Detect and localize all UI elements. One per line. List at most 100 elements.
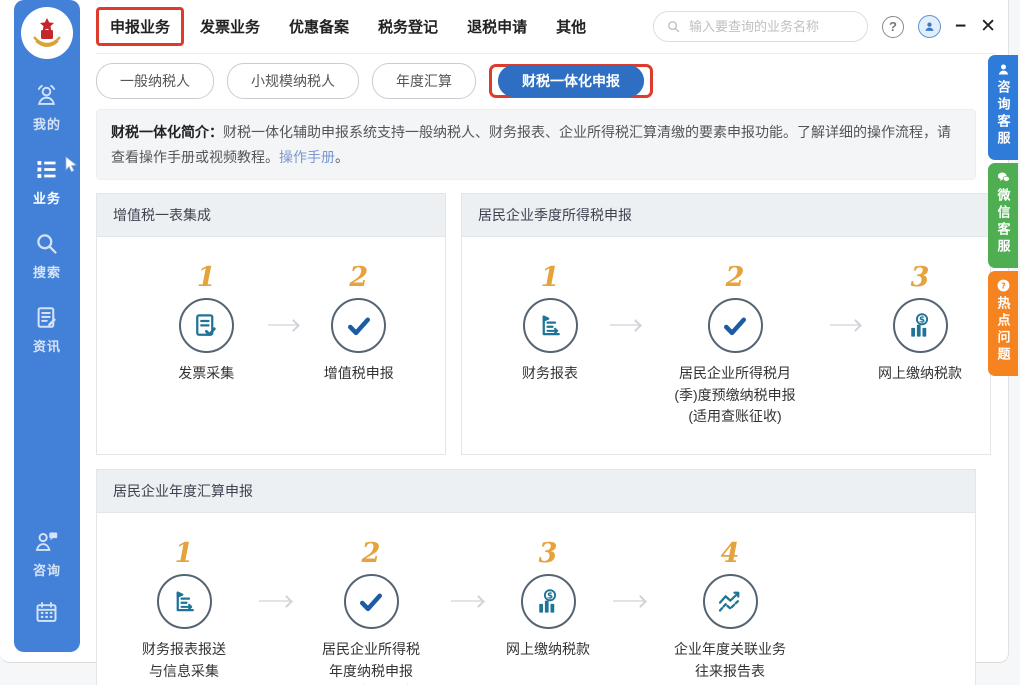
wechat-icon — [996, 170, 1011, 185]
panel-vat-integration: 增值税一表集成 1 发票采集 — [96, 193, 446, 455]
sidebar-item-label: 咨询 — [33, 560, 61, 579]
search-box[interactable] — [653, 11, 868, 42]
floating-side-tabs: 咨询客服 微信客服 ? 热点问题 — [988, 55, 1018, 379]
step-pay-tax-online[interactable]: 3 $ 网上缴纳 — [860, 263, 980, 385]
flow-arrow — [268, 324, 298, 326]
step-label: 居民企业所得税月 (季)度预缴纳税申报 (适用查账征收) — [674, 363, 795, 428]
search-input[interactable] — [689, 19, 855, 34]
flow-arrow — [610, 324, 640, 326]
step-label: 企业年度关联业务 往来报告表 — [674, 639, 786, 682]
step-vat-declaration[interactable]: 2 增值税申报 — [298, 263, 421, 385]
step-pay-tax-online[interactable]: 3 $ 网上缴纳税款 — [483, 539, 613, 661]
step-monthly-quarterly-prepay-declaration[interactable]: 2 居民企业所得税月 (季)度预缴纳税申报 (适用查账征收) — [640, 263, 830, 428]
sidebar-item-news[interactable]: 资讯 — [33, 304, 61, 355]
search-icon — [666, 19, 681, 34]
service-icon — [996, 62, 1011, 77]
step-label: 发票采集 — [178, 363, 234, 385]
red-highlight-box: 申报业务 — [96, 7, 184, 46]
step-label: 网上缴纳税款 — [506, 639, 590, 661]
sidebar-item-consult[interactable]: 咨询 — [33, 528, 61, 579]
nav-item-refund[interactable]: 退税申请 — [467, 16, 527, 37]
app-window: 我的 业务 搜索 资讯 — [0, 0, 1020, 685]
step-number: 1 — [197, 263, 216, 295]
step-financial-statements[interactable]: 1 财务报表 — [490, 263, 610, 385]
svg-text:?: ? — [1001, 280, 1006, 290]
tax-emblem-icon — [24, 10, 70, 56]
side-tab-wechat-service[interactable]: 微信客服 — [988, 163, 1018, 268]
panel-annual-settlement-declaration: 居民企业年度汇算申报 1 财务报表报送 与信息采集 — [96, 469, 976, 685]
help-button[interactable]: ? — [882, 16, 904, 38]
panel-title: 居民企业季度所得税申报 — [462, 194, 990, 237]
search-icon — [33, 230, 60, 257]
intro-box: 财税一体化简介：财税一体化辅助申报系统支持一般纳税人、财务报表、企业所得税汇算清… — [96, 109, 976, 180]
panel-title: 居民企业年度汇算申报 — [97, 470, 975, 513]
report-icon — [157, 574, 212, 629]
trend-chart-icon — [703, 574, 758, 629]
nav-item-declare[interactable]: 申报业务 — [110, 19, 170, 36]
step-label: 居民企业所得税 年度纳税申报 (适用查账征收) — [322, 639, 420, 685]
sidebar-item-business[interactable]: 业务 — [33, 156, 61, 207]
step-number: 1 — [541, 263, 560, 295]
step-label: 财务报表报送 与信息采集 — [142, 639, 226, 682]
step-number: 2 — [349, 263, 368, 295]
user-icon — [33, 82, 60, 109]
header: 申报业务 发票业务 优惠备案 税务登记 退税申请 其他 ? − ✕ — [96, 0, 996, 54]
nav-item-invoice[interactable]: 发票业务 — [200, 16, 260, 37]
tab-general-taxpayer[interactable]: 一般纳税人 — [96, 63, 214, 99]
step-label: 财务报表 — [522, 363, 578, 385]
tab-integrated-declaration[interactable]: 财税一体化申报 — [498, 65, 644, 97]
step-label: 网上缴纳税款 — [878, 363, 962, 385]
tab-annual-settlement[interactable]: 年度汇算 — [372, 63, 476, 99]
step-annual-income-tax-declaration[interactable]: 2 居民企业所得税 年度纳税申报 (适用查账征收) — [291, 539, 451, 685]
intro-body: 财税一体化辅助申报系统支持一般纳税人、财务报表、企业所得税汇算清缴的要素申报功能… — [111, 124, 951, 165]
nav-item-other[interactable]: 其他 — [556, 16, 586, 37]
account-button[interactable] — [918, 15, 941, 38]
red-highlight-box: 财税一体化申报 — [489, 64, 653, 98]
step-number: 3 — [911, 263, 930, 295]
panel-title: 增值税一表集成 — [97, 194, 445, 237]
step-financial-report-submission[interactable]: 1 财务报表报送 与信息采集 — [109, 539, 259, 682]
sidebar-item-mine[interactable]: 我的 — [33, 82, 61, 133]
svg-text:$: $ — [919, 315, 925, 325]
side-tab-label: 微信客服 — [994, 188, 1013, 256]
flow-arrow — [613, 600, 645, 602]
intro-period: 。 — [335, 149, 349, 165]
top-nav: 申报业务 发票业务 优惠备案 税务登记 退税申请 其他 — [96, 7, 615, 46]
manual-link[interactable]: 操作手册 — [279, 149, 335, 165]
calendar-icon — [33, 599, 60, 626]
step-related-party-report[interactable]: 4 企业年度关联业务 往来报告表 — [645, 539, 815, 682]
nav-item-registration[interactable]: 税务登记 — [378, 16, 438, 37]
step-number: 3 — [539, 539, 558, 571]
news-icon — [33, 304, 60, 331]
sidebar-item-label: 我的 — [33, 114, 61, 133]
step-invoice-collection[interactable]: 1 发票采集 — [145, 263, 268, 385]
nav-item-preferential[interactable]: 优惠备案 — [289, 16, 349, 37]
step-number: 1 — [175, 539, 194, 571]
tax-bureau-logo — [21, 7, 73, 59]
step-number: 2 — [726, 263, 745, 295]
sidebar: 我的 业务 搜索 资讯 — [14, 0, 80, 652]
step-label: 增值税申报 — [324, 363, 394, 385]
tab-small-scale-taxpayer[interactable]: 小规模纳税人 — [227, 63, 359, 99]
step-number: 4 — [721, 539, 740, 571]
panel-quarterly-income-tax: 居民企业季度所得税申报 1 财务报表 — [461, 193, 991, 455]
sidebar-item-label: 业务 — [33, 188, 61, 207]
side-tab-consult-service[interactable]: 咨询客服 — [988, 55, 1018, 160]
question-icon: ? — [996, 278, 1011, 293]
close-button[interactable]: ✕ — [980, 17, 996, 36]
chat-icon — [33, 528, 60, 555]
user-icon — [923, 20, 936, 33]
side-tab-label: 热点问题 — [994, 296, 1013, 364]
check-icon — [708, 298, 763, 353]
svg-text:$: $ — [547, 591, 553, 601]
side-tab-hot-questions[interactable]: ? 热点问题 — [988, 271, 1018, 376]
mouse-cursor — [64, 156, 80, 174]
sidebar-item-search[interactable]: 搜索 — [33, 230, 61, 281]
main-content: 一般纳税人 小规模纳税人 年度汇算 财税一体化申报 财税一体化简介：财税一体化辅… — [96, 54, 976, 685]
report-icon — [523, 298, 578, 353]
sidebar-item-label: 搜索 — [33, 262, 61, 281]
step-number: 2 — [362, 539, 381, 571]
intro-heading: 财税一体化简介： — [111, 124, 223, 140]
sidebar-item-calendar[interactable] — [33, 599, 60, 626]
minimize-button[interactable]: − — [955, 17, 966, 36]
